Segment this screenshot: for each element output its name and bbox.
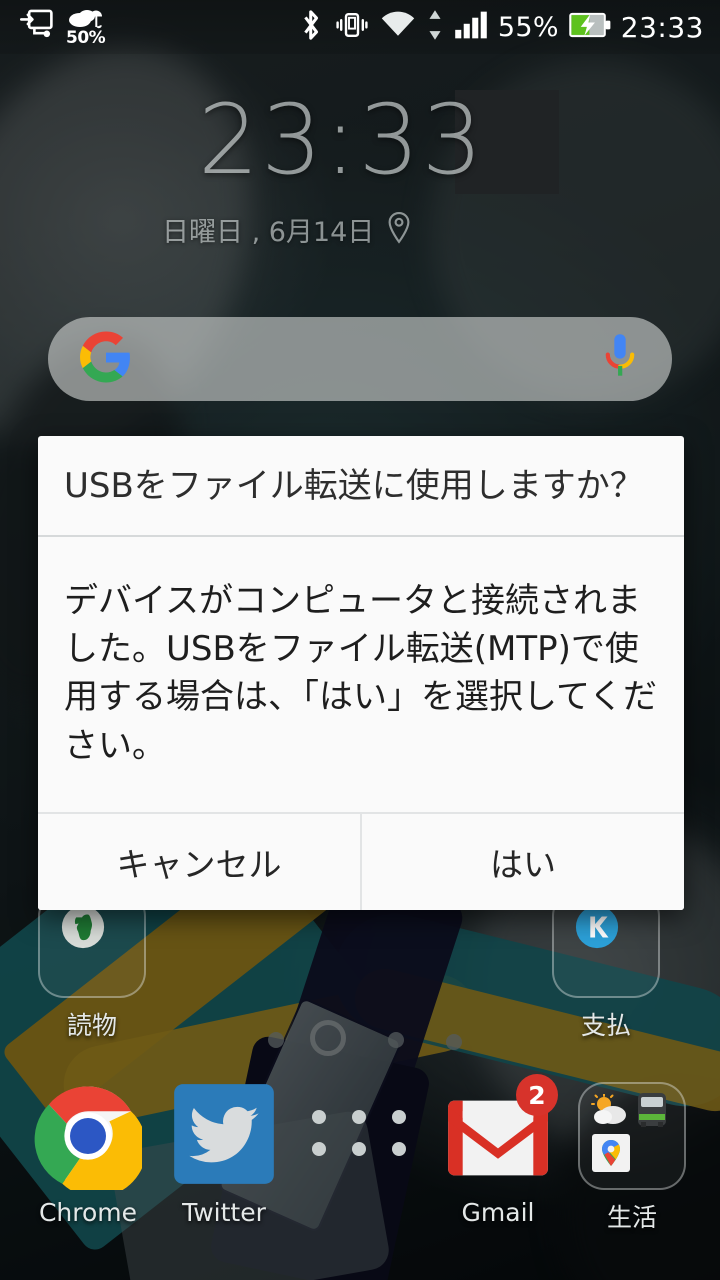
cancel-button[interactable]: キャンセル <box>38 813 360 910</box>
dock-app-twitter[interactable]: Twitter <box>160 1082 288 1227</box>
usb-file-transfer-dialog: USBをファイル転送に使用しますか？ デバイスがコンピュータと接続されました。U… <box>38 436 684 910</box>
clock-widget-date-row: 日曜日 , 6月14日 <box>0 210 720 249</box>
wifi-icon <box>380 10 416 44</box>
dock-app-twitter-label: Twitter <box>182 1198 266 1227</box>
drawer-dot <box>312 1110 326 1124</box>
status-bar: 50% 55% 23:33 <box>0 0 720 54</box>
cellular-signal-icon <box>454 10 488 44</box>
status-bar-clock: 23:33 <box>620 10 704 44</box>
data-transfer-arrows-icon <box>426 9 444 45</box>
chrome-icon <box>34 1082 147 1198</box>
android-home-screen: 23:33 日曜日 , 6月14日 読物 支払 Chrome Twitter 2… <box>0 0 720 1280</box>
folder-payment[interactable]: 支払 <box>542 890 670 1042</box>
dock-app-gmail[interactable]: 2 Gmail <box>434 1074 562 1227</box>
bluetooth-icon <box>298 7 324 47</box>
microphone-icon[interactable] <box>600 331 640 387</box>
dock-app-gmail-label: Gmail <box>461 1198 535 1227</box>
dock-folder-life-label: 生活 <box>606 1203 657 1232</box>
twitter-bird-icon <box>170 1082 278 1190</box>
dock-app-chrome-label: Chrome <box>38 1198 138 1227</box>
weather-icon: 50% <box>66 7 106 48</box>
usb-computer-connected-icon <box>20 7 54 45</box>
drawer-dot <box>352 1142 366 1156</box>
kyash-icon <box>574 904 620 954</box>
google-search-bar[interactable] <box>48 317 672 401</box>
evernote-icon <box>60 904 106 954</box>
clock-widget[interactable]: 23:33 日曜日 , 6月14日 <box>0 92 720 249</box>
folder-reading[interactable]: 読物 <box>28 890 156 1042</box>
dock-folder-life-glyph <box>578 1082 686 1190</box>
drawer-dot <box>392 1142 406 1156</box>
drawer-dot <box>312 1142 326 1156</box>
vibrate-mode-icon <box>334 8 370 46</box>
drawer-dot <box>352 1110 366 1124</box>
dialog-message: デバイスがコンピュータと接続されました。USBをファイル転送(MTP)で使用する… <box>64 580 657 766</box>
confirm-button[interactable]: はい <box>362 813 684 910</box>
battery-charging-icon <box>569 10 611 44</box>
folder-payment-label: 支払 <box>580 1011 631 1040</box>
dock-app-chrome[interactable]: Chrome <box>24 1082 152 1227</box>
location-pin-icon <box>386 211 412 248</box>
gmail-envelope-icon: 2 <box>444 1074 558 1190</box>
weather-percent: 50% <box>66 28 106 48</box>
weather-sun-cloud-icon <box>591 1093 629 1130</box>
app-drawer-button[interactable] <box>312 1110 406 1156</box>
dialog-title: USBをファイル転送に使用しますか？ <box>64 466 644 506</box>
dock: Chrome Twitter 2 Gmail 生活 <box>0 1072 720 1262</box>
status-bar-left: 50% <box>0 7 106 48</box>
drawer-dot <box>392 1110 406 1124</box>
clock-widget-time: 23:33 <box>198 84 485 196</box>
gmail-badge: 2 <box>516 1074 558 1116</box>
status-bar-right: 55% 23:33 <box>298 7 720 47</box>
battery-percent-label: 55% <box>497 11 559 43</box>
dialog-button-row: キャンセル はい <box>38 813 684 910</box>
google-g-icon <box>80 331 132 387</box>
train-icon <box>635 1092 669 1134</box>
dock-folder-life[interactable]: 生活 <box>568 1082 696 1234</box>
google-maps-pin-icon <box>592 1134 630 1176</box>
clock-widget-date: 日曜日 , 6月14日 <box>162 217 375 248</box>
folder-reading-label: 読物 <box>66 1011 117 1040</box>
